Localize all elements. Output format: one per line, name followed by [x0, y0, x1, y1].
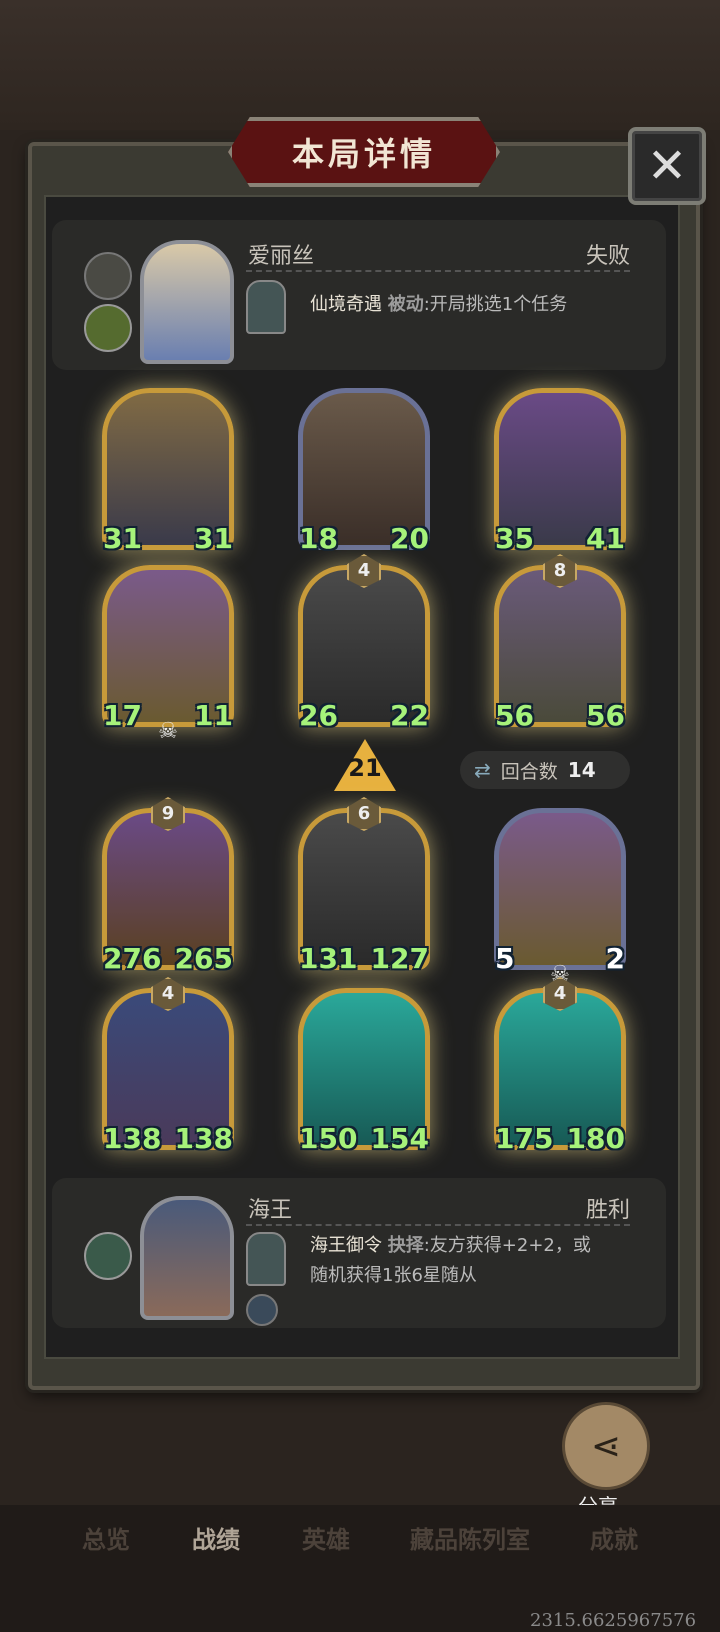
bottom-player-result: 胜利 — [585, 1198, 630, 1223]
share-button[interactable]: ⋖ — [562, 1402, 650, 1490]
health-value: 22 — [390, 699, 429, 732]
minion-card[interactable]: 150 154 — [298, 988, 430, 1155]
minion-card[interactable]: 8 56 56 — [494, 554, 626, 732]
attack-value: 175 — [495, 1122, 554, 1155]
divider — [246, 1224, 630, 1226]
damage-value: 21 — [348, 754, 382, 782]
health-value: 154 — [370, 1122, 429, 1155]
health-value: 20 — [390, 522, 429, 555]
bottom-skill-text: 海王御令 抉择:友方获得+2+2，或 随机获得1张6星随从 — [310, 1231, 640, 1291]
attack-value: 5 — [495, 942, 515, 975]
top-player-name: 爱丽丝 — [248, 244, 315, 269]
attack-value: 26 — [299, 699, 338, 732]
tab-achievements[interactable]: 成就 — [590, 1520, 638, 1555]
top-skill-text: 仙境奇遇 被动:开局挑选1个任务 — [310, 290, 640, 320]
skill-line-2: 随机获得1张6星随从 — [310, 1265, 477, 1286]
skill-type: 被动 — [387, 294, 424, 315]
skill-type: 抉择 — [387, 1235, 424, 1256]
minion-card[interactable]: 9 276 265 — [102, 797, 234, 975]
close-icon: ✕ — [646, 138, 688, 194]
health-value: 41 — [586, 522, 625, 555]
avatar-sea-king[interactable] — [140, 1196, 234, 1320]
frog-icon — [84, 304, 132, 352]
attack-value: 31 — [103, 522, 142, 555]
close-button[interactable]: ✕ — [628, 127, 706, 205]
attack-value: 56 — [495, 699, 534, 732]
skill-name: 海王御令 — [310, 1235, 382, 1256]
sword-icon — [246, 1294, 278, 1326]
minion-card[interactable]: 31 31 — [102, 388, 234, 555]
tab-overview[interactable]: 总览 — [82, 1520, 130, 1555]
skill-icon[interactable] — [246, 280, 286, 334]
title-banner: 本局详情 — [228, 117, 500, 187]
pocket-watch-icon — [84, 252, 132, 300]
attack-value: 276 — [103, 942, 162, 975]
health-value: 180 — [566, 1122, 625, 1155]
minion-card[interactable]: 17 11 ☠ — [102, 565, 234, 744]
share-icon: ⋖ — [590, 1425, 622, 1467]
skill-icon[interactable] — [246, 1232, 286, 1286]
attack-value: 17 — [103, 699, 142, 732]
minion-card[interactable]: 4 138 138 — [102, 977, 234, 1155]
divider — [246, 270, 630, 272]
background-top — [0, 0, 720, 130]
skill-desc: :友方获得+2+2，或 — [423, 1235, 591, 1256]
round-value: 14 — [567, 758, 596, 782]
tab-heroes[interactable]: 英雄 — [302, 1520, 350, 1555]
page-title: 本局详情 — [291, 135, 436, 173]
swap-icon: ⇄ — [474, 758, 491, 782]
minion-card[interactable]: 4 175 180 — [494, 977, 626, 1155]
round-counter: ⇄ 回合数 14 — [460, 751, 630, 789]
top-player-result: 失败 — [585, 244, 630, 269]
tab-collection[interactable]: 藏品陈列室 — [410, 1520, 530, 1555]
tab-record[interactable]: 战绩 — [192, 1520, 240, 1555]
health-value: 11 — [194, 699, 233, 732]
attack-value: 131 — [299, 942, 358, 975]
skill-desc: :开局挑选1个任务 — [423, 294, 568, 315]
minion-card[interactable]: 5 2 ☠ — [494, 808, 626, 987]
round-label: 回合数 — [500, 760, 558, 783]
bottom-player-name: 海王 — [248, 1198, 293, 1223]
health-value: 2 — [605, 942, 625, 975]
attack-value: 150 — [299, 1122, 358, 1155]
health-value: 138 — [174, 1122, 233, 1155]
minion-card[interactable]: 18 20 — [298, 388, 430, 555]
health-value: 127 — [370, 942, 429, 975]
attack-value: 18 — [299, 522, 338, 555]
minion-card[interactable]: 35 41 — [494, 388, 626, 555]
attack-value: 35 — [495, 522, 534, 555]
health-value: 31 — [194, 522, 233, 555]
skill-line-1: 海王御令 抉择:友方获得+2+2，或 — [310, 1231, 640, 1261]
skull-icon: ☠ — [158, 719, 178, 744]
minion-card[interactable]: 6 131 127 — [298, 797, 430, 975]
skill-name: 仙境奇遇 — [310, 294, 382, 315]
attack-value: 138 — [103, 1122, 162, 1155]
minion-card[interactable]: 4 26 22 — [298, 554, 430, 732]
health-value: 56 — [586, 699, 625, 732]
health-value: 265 — [174, 942, 233, 975]
ghost-mask-icon — [84, 1232, 132, 1280]
avatar-alice[interactable] — [140, 240, 234, 364]
build-id: 2315.6625967576 — [530, 1610, 697, 1631]
